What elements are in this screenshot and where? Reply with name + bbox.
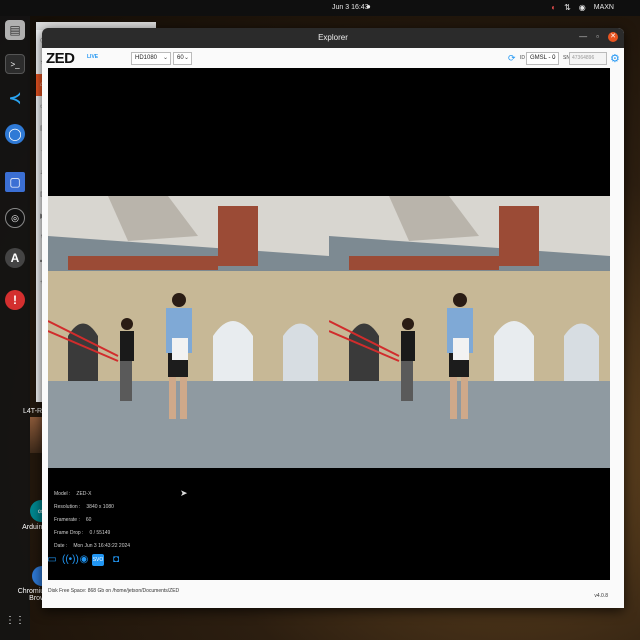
- live-badge: LIVE: [87, 54, 99, 60]
- clock[interactable]: Jun 3 16:43: [332, 4, 369, 11]
- network-icon[interactable]: ⇅: [564, 3, 571, 12]
- date-value: Mon Jun 3 16:43:22 2024: [73, 543, 131, 549]
- show-apps-icon[interactable]: ⋮⋮: [5, 610, 25, 630]
- record-indicator-icon[interactable]: ◐: [551, 3, 556, 12]
- model-label: Model :: [54, 491, 71, 497]
- mouse-pointer-icon: ➤: [180, 488, 188, 498]
- fps-select[interactable]: 60 ⌄: [173, 52, 192, 65]
- right-camera-image: [329, 196, 610, 468]
- dock: ▤ >_ ≺ ◯ ▢ ◎ A ! ⋮⋮: [0, 16, 30, 640]
- resolution-info-value: 3840 x 1080: [86, 504, 114, 510]
- svo-icon[interactable]: SVO: [92, 554, 104, 566]
- folder-icon[interactable]: ▭: [46, 554, 58, 566]
- chevron-down-icon: ⌄: [183, 55, 189, 61]
- maximize-icon[interactable]: ▫: [596, 32, 599, 42]
- close-icon[interactable]: ✕: [608, 32, 618, 42]
- version-label: v4.0.8: [594, 593, 608, 599]
- stream-icon[interactable]: ((•)): [62, 554, 79, 566]
- terminal-icon[interactable]: >_: [5, 54, 25, 74]
- camera-info-panel: Model : ZED-X Resolution : 3840 x 1080 Fra…: [54, 488, 136, 553]
- resolution-select[interactable]: HD1080 ⌄: [131, 52, 171, 65]
- files-icon[interactable]: ▤: [5, 20, 25, 40]
- zed-logo: ZED: [46, 50, 75, 67]
- power-mode-icon[interactable]: ◉: [579, 3, 586, 12]
- stereo-feed: [48, 196, 610, 468]
- resolution-value: HD1080: [135, 55, 158, 61]
- window-title: Explorer: [318, 33, 348, 42]
- left-eye-scene: [48, 196, 329, 468]
- chromium-icon[interactable]: ◯: [5, 124, 25, 144]
- explorer-window: Explorer — ▫ ✕ ZED LIVE HD1080 ⌄ 60 ⌄ ⟳ …: [42, 28, 624, 608]
- minimize-icon[interactable]: —: [579, 32, 587, 42]
- system-tray[interactable]: ◐ ⇅ ◉ MAXN: [551, 3, 614, 12]
- software-center-icon[interactable]: A: [5, 248, 25, 268]
- camera-id-label: ID: [520, 55, 525, 61]
- settings-icon[interactable]: ⚙: [610, 52, 620, 65]
- title-bar[interactable]: Explorer — ▫ ✕: [42, 28, 624, 48]
- software-updater-icon[interactable]: !: [5, 290, 25, 310]
- vscode-icon[interactable]: ≺: [5, 88, 25, 108]
- chevron-down-icon: ⌄: [550, 55, 556, 61]
- status-bar: ▭ ((•)) ◉ SVO ◘ Disk Free Space: 868 Gb …: [42, 554, 624, 608]
- right-eye-scene: [329, 196, 610, 468]
- frame-drop-label: Frame Drop :: [54, 530, 84, 536]
- fps-value: 60: [177, 55, 184, 61]
- resolution-label: Resolution :: [54, 504, 81, 510]
- system-top-bar: Jun 3 16:43 ● ◐ ⇅ ◉ MAXN: [0, 0, 640, 16]
- refresh-icon[interactable]: ⟳: [508, 53, 516, 64]
- notification-dot-icon: ●: [366, 2, 371, 11]
- framerate-value: 60: [85, 517, 92, 523]
- frame-drop-value: 0 / 55149: [89, 530, 111, 536]
- camera-snapshot-icon[interactable]: ◘: [110, 554, 122, 566]
- video-viewport[interactable]: ➤ Model : ZED-X Resolution : 3840 x 1080 F…: [48, 68, 610, 580]
- camera-id-select[interactable]: GMSL - 0 ⌄: [526, 52, 559, 65]
- chevron-down-icon: ⌄: [162, 55, 168, 61]
- disk-free-space: Disk Free Space: 868 Gb on /home/jetson/…: [48, 588, 180, 594]
- left-camera-image: [48, 196, 329, 468]
- toolbar: ZED LIVE HD1080 ⌄ 60 ⌄ ⟳ ID GMSL - 0 ⌄ S…: [42, 48, 624, 68]
- date-label: Date :: [54, 543, 68, 549]
- model-value: ZED-X: [76, 491, 92, 497]
- power-mode-label[interactable]: MAXN: [594, 4, 614, 11]
- obs-icon[interactable]: ◎: [5, 208, 25, 228]
- window-controls: — ▫ ✕: [579, 32, 618, 42]
- serial-number-field[interactable]: 47364896: [569, 52, 607, 65]
- framerate-label: Framerate :: [54, 517, 80, 523]
- window-icon[interactable]: ▢: [5, 172, 25, 192]
- record-icon[interactable]: ◉: [78, 554, 90, 566]
